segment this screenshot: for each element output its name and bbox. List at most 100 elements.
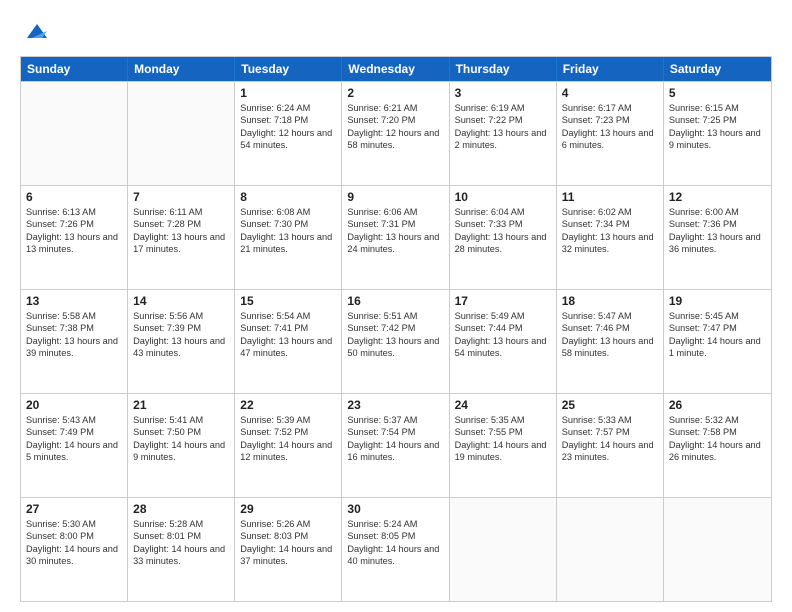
cal-day-number: 25 [562, 398, 658, 412]
cal-cell: 16 Sunrise: 5:51 AM Sunset: 7:42 PM Dayli… [342, 290, 449, 393]
cal-day-number: 22 [240, 398, 336, 412]
cal-day-number: 14 [133, 294, 229, 308]
cal-week-2: 6Sunrise: 6:13 AM Sunset: 7:26 PM Daylig… [21, 185, 771, 289]
cal-day-number: 5 [669, 86, 766, 100]
cal-cell: 13 Sunrise: 5:58 AM Sunset: 7:38 PM Dayli… [21, 290, 128, 393]
cal-cell: 17 Sunrise: 5:49 AM Sunset: 7:44 PM Dayli… [450, 290, 557, 393]
cal-cell: 10 Sunrise: 6:04 AM Sunset: 7:33 PM Dayli… [450, 186, 557, 289]
cal-day-number: 16 [347, 294, 443, 308]
cal-week-4: 20 Sunrise: 5:43 AM Sunset: 7:49 PM Dayli… [21, 393, 771, 497]
cal-cell-content: Sunrise: 5:54 AM Sunset: 7:41 PM Dayligh… [240, 310, 336, 360]
cal-cell-content: Sunrise: 6:04 AM Sunset: 7:33 PM Dayligh… [455, 206, 551, 256]
cal-day-number: 11 [562, 190, 658, 204]
cal-day-number: 20 [26, 398, 122, 412]
cal-day-number: 17 [455, 294, 551, 308]
cal-cell-content: Sunrise: 6:24 AM Sunset: 7:18 PM Dayligh… [240, 102, 336, 152]
cal-cell: 20 Sunrise: 5:43 AM Sunset: 7:49 PM Dayli… [21, 394, 128, 497]
cal-day-number: 1 [240, 86, 336, 100]
cal-header-monday: Monday [128, 57, 235, 81]
cal-header-wednesday: Wednesday [342, 57, 449, 81]
cal-day-number: 28 [133, 502, 229, 516]
cal-cell: 2 Sunrise: 6:21 AM Sunset: 7:20 PM Daylig… [342, 82, 449, 185]
cal-header-saturday: Saturday [664, 57, 771, 81]
cal-cell: 15 Sunrise: 5:54 AM Sunset: 7:41 PM Dayli… [235, 290, 342, 393]
cal-cell [557, 498, 664, 601]
cal-day-number: 2 [347, 86, 443, 100]
cal-cell: 5 Sunrise: 6:15 AM Sunset: 7:25 PM Daylig… [664, 82, 771, 185]
cal-cell-content: Sunrise: 5:58 AM Sunset: 7:38 PM Dayligh… [26, 310, 122, 360]
cal-cell-content: Sunrise: 6:13 AM Sunset: 7:26 PM Dayligh… [26, 206, 122, 256]
cal-day-number: 3 [455, 86, 551, 100]
cal-cell: 7 Sunrise: 6:11 AM Sunset: 7:28 PM Daylig… [128, 186, 235, 289]
cal-cell: 23Sunrise: 5:37 AM Sunset: 7:54 PM Dayli… [342, 394, 449, 497]
cal-day-number: 23 [347, 398, 443, 412]
cal-cell-content: Sunrise: 5:39 AM Sunset: 7:52 PM Dayligh… [240, 414, 336, 464]
cal-cell-content: Sunrise: 5:45 AM Sunset: 7:47 PM Dayligh… [669, 310, 766, 360]
cal-cell: 30Sunrise: 5:24 AM Sunset: 8:05 PM Dayli… [342, 498, 449, 601]
cal-cell-content: Sunrise: 5:47 AM Sunset: 7:46 PM Dayligh… [562, 310, 658, 360]
cal-cell-content: Sunrise: 5:56 AM Sunset: 7:39 PM Dayligh… [133, 310, 229, 360]
cal-cell: 11 Sunrise: 6:02 AM Sunset: 7:34 PM Dayli… [557, 186, 664, 289]
cal-cell: 26Sunrise: 5:32 AM Sunset: 7:58 PM Dayli… [664, 394, 771, 497]
cal-cell: 29Sunrise: 5:26 AM Sunset: 8:03 PM Dayli… [235, 498, 342, 601]
cal-cell [664, 498, 771, 601]
cal-cell-content: Sunrise: 6:02 AM Sunset: 7:34 PM Dayligh… [562, 206, 658, 256]
cal-cell-content: Sunrise: 6:21 AM Sunset: 7:20 PM Dayligh… [347, 102, 443, 152]
cal-day-number: 10 [455, 190, 551, 204]
calendar-body: 1 Sunrise: 6:24 AM Sunset: 7:18 PM Daylig… [21, 81, 771, 601]
cal-header-sunday: Sunday [21, 57, 128, 81]
cal-day-number: 27 [26, 502, 122, 516]
cal-cell-content: Sunrise: 5:30 AM Sunset: 8:00 PM Dayligh… [26, 518, 122, 568]
cal-header-thursday: Thursday [450, 57, 557, 81]
cal-cell [128, 82, 235, 185]
cal-cell-content: Sunrise: 6:11 AM Sunset: 7:28 PM Dayligh… [133, 206, 229, 256]
cal-cell: 8Sunrise: 6:08 AM Sunset: 7:30 PM Daylig… [235, 186, 342, 289]
cal-cell-content: Sunrise: 6:00 AM Sunset: 7:36 PM Dayligh… [669, 206, 766, 256]
cal-day-number: 7 [133, 190, 229, 204]
cal-day-number: 8 [240, 190, 336, 204]
cal-header-friday: Friday [557, 57, 664, 81]
cal-cell: 27 Sunrise: 5:30 AM Sunset: 8:00 PM Dayli… [21, 498, 128, 601]
cal-cell-content: Sunrise: 5:33 AM Sunset: 7:57 PM Dayligh… [562, 414, 658, 464]
cal-day-number: 26 [669, 398, 766, 412]
cal-day-number: 12 [669, 190, 766, 204]
cal-cell: 25 Sunrise: 5:33 AM Sunset: 7:57 PM Dayli… [557, 394, 664, 497]
cal-cell-content: Sunrise: 5:28 AM Sunset: 8:01 PM Dayligh… [133, 518, 229, 568]
cal-cell: 19 Sunrise: 5:45 AM Sunset: 7:47 PM Dayli… [664, 290, 771, 393]
cal-cell: 24 Sunrise: 5:35 AM Sunset: 7:55 PM Dayli… [450, 394, 557, 497]
cal-week-3: 13 Sunrise: 5:58 AM Sunset: 7:38 PM Dayli… [21, 289, 771, 393]
cal-day-number: 30 [347, 502, 443, 516]
cal-cell-content: Sunrise: 6:15 AM Sunset: 7:25 PM Dayligh… [669, 102, 766, 152]
cal-day-number: 19 [669, 294, 766, 308]
cal-cell-content: Sunrise: 5:49 AM Sunset: 7:44 PM Dayligh… [455, 310, 551, 360]
cal-cell-content: Sunrise: 5:43 AM Sunset: 7:49 PM Dayligh… [26, 414, 122, 464]
cal-day-number: 29 [240, 502, 336, 516]
cal-cell: 6Sunrise: 6:13 AM Sunset: 7:26 PM Daylig… [21, 186, 128, 289]
cal-cell-content: Sunrise: 5:35 AM Sunset: 7:55 PM Dayligh… [455, 414, 551, 464]
cal-day-number: 4 [562, 86, 658, 100]
cal-day-number: 18 [562, 294, 658, 308]
cal-cell-content: Sunrise: 5:51 AM Sunset: 7:42 PM Dayligh… [347, 310, 443, 360]
cal-cell: 22 Sunrise: 5:39 AM Sunset: 7:52 PM Dayli… [235, 394, 342, 497]
cal-day-number: 21 [133, 398, 229, 412]
cal-cell: 18 Sunrise: 5:47 AM Sunset: 7:46 PM Dayli… [557, 290, 664, 393]
calendar-header-row: SundayMondayTuesdayWednesdayThursdayFrid… [21, 57, 771, 81]
cal-cell: 28 Sunrise: 5:28 AM Sunset: 8:01 PM Dayli… [128, 498, 235, 601]
logo [20, 16, 52, 46]
cal-week-1: 1 Sunrise: 6:24 AM Sunset: 7:18 PM Daylig… [21, 81, 771, 185]
cal-cell-content: Sunrise: 5:41 AM Sunset: 7:50 PM Dayligh… [133, 414, 229, 464]
cal-day-number: 15 [240, 294, 336, 308]
page: SundayMondayTuesdayWednesdayThursdayFrid… [0, 0, 792, 612]
cal-cell: 3Sunrise: 6:19 AM Sunset: 7:22 PM Daylig… [450, 82, 557, 185]
cal-day-number: 13 [26, 294, 122, 308]
cal-day-number: 9 [347, 190, 443, 204]
header [20, 16, 772, 46]
cal-header-tuesday: Tuesday [235, 57, 342, 81]
logo-icon [22, 16, 52, 46]
cal-cell: 12 Sunrise: 6:00 AM Sunset: 7:36 PM Dayli… [664, 186, 771, 289]
cal-cell: 9Sunrise: 6:06 AM Sunset: 7:31 PM Daylig… [342, 186, 449, 289]
cal-day-number: 24 [455, 398, 551, 412]
cal-cell-content: Sunrise: 6:17 AM Sunset: 7:23 PM Dayligh… [562, 102, 658, 152]
cal-cell: 14 Sunrise: 5:56 AM Sunset: 7:39 PM Dayli… [128, 290, 235, 393]
cal-cell: 1 Sunrise: 6:24 AM Sunset: 7:18 PM Daylig… [235, 82, 342, 185]
